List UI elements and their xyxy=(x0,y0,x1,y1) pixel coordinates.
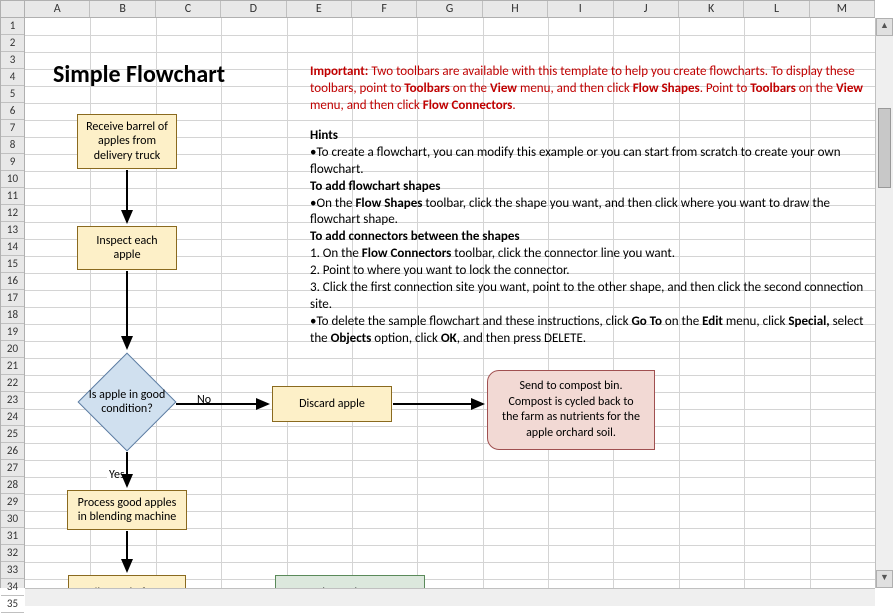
shape-filter-pulp[interactable]: Filter pulp from xyxy=(68,575,186,588)
worksheet-grid[interactable]: Simple Flowchart Important: Two toolbars… xyxy=(25,18,875,588)
row-header[interactable]: 7 xyxy=(1,120,24,137)
flowchart-title: Simple Flowchart xyxy=(53,60,225,89)
col-header[interactable]: H xyxy=(483,1,548,17)
vertical-scrollbar[interactable]: ▲ ▼ xyxy=(875,18,893,588)
row-header[interactable]: 32 xyxy=(1,545,24,562)
row-header[interactable]: 20 xyxy=(1,341,24,358)
row-header[interactable]: 33 xyxy=(1,562,24,579)
row-header[interactable]: 24 xyxy=(1,409,24,426)
scroll-down-arrow[interactable]: ▼ xyxy=(876,570,893,588)
scroll-thumb[interactable] xyxy=(878,108,891,188)
row-header[interactable]: 17 xyxy=(1,290,24,307)
row-header[interactable]: 35 xyxy=(1,596,24,613)
row-header[interactable]: 8 xyxy=(1,137,24,154)
row-header[interactable]: 27 xyxy=(1,460,24,477)
select-all-corner[interactable] xyxy=(0,0,25,18)
row-header[interactable]: 5 xyxy=(1,86,24,103)
col-header[interactable]: D xyxy=(221,1,286,17)
col-header[interactable]: E xyxy=(287,1,352,17)
column-headers: A B C D E F G H I J K L M xyxy=(25,0,875,18)
row-header[interactable]: 25 xyxy=(1,426,24,443)
col-header[interactable]: F xyxy=(352,1,417,17)
col-header[interactable]: C xyxy=(156,1,221,17)
row-header[interactable]: 21 xyxy=(1,358,24,375)
row-header[interactable]: 1 xyxy=(1,18,24,35)
shape-process-apples[interactable]: Process good apples in blending machine xyxy=(67,490,187,530)
label-no: No xyxy=(195,393,213,407)
shape-decision[interactable]: Is apple in good condition? xyxy=(78,353,176,451)
col-header[interactable]: L xyxy=(744,1,809,17)
col-header[interactable]: A xyxy=(25,1,90,17)
row-header[interactable]: 23 xyxy=(1,392,24,409)
row-header[interactable]: 22 xyxy=(1,375,24,392)
col-header[interactable]: G xyxy=(417,1,482,17)
instructions-hints: Hints •To create a flowchart, you can mo… xyxy=(310,128,865,348)
shape-make-sauce[interactable]: Make apple sauce xyxy=(275,575,425,588)
row-header[interactable]: 11 xyxy=(1,188,24,205)
row-header[interactable]: 12 xyxy=(1,205,24,222)
scroll-up-arrow[interactable]: ▲ xyxy=(876,18,893,36)
row-headers: 1234567891011121314151617181920212223242… xyxy=(0,18,25,588)
row-header[interactable]: 26 xyxy=(1,443,24,460)
shape-discard-apple[interactable]: Discard apple xyxy=(272,386,392,422)
row-header[interactable]: 2 xyxy=(1,35,24,52)
col-header[interactable]: M xyxy=(810,1,875,17)
row-header[interactable]: 10 xyxy=(1,171,24,188)
row-header[interactable]: 16 xyxy=(1,273,24,290)
horizontal-scrollbar[interactable] xyxy=(25,588,875,606)
row-header[interactable]: 18 xyxy=(1,307,24,324)
row-header[interactable]: 19 xyxy=(1,324,24,341)
row-header[interactable]: 28 xyxy=(1,477,24,494)
shape-receive-barrel[interactable]: Receive barrel of apples from delivery t… xyxy=(77,114,177,169)
row-header[interactable]: 30 xyxy=(1,511,24,528)
row-header[interactable]: 13 xyxy=(1,222,24,239)
col-header[interactable]: B xyxy=(90,1,155,17)
row-header[interactable]: 6 xyxy=(1,103,24,120)
shape-inspect-apple[interactable]: Inspect each apple xyxy=(77,226,177,270)
row-header[interactable]: 34 xyxy=(1,579,24,596)
row-header[interactable]: 29 xyxy=(1,494,24,511)
row-header[interactable]: 9 xyxy=(1,154,24,171)
col-header[interactable]: K xyxy=(679,1,744,17)
col-header[interactable]: J xyxy=(614,1,679,17)
instructions-important: Important: Two toolbars are available wi… xyxy=(310,64,865,115)
row-header[interactable]: 3 xyxy=(1,52,24,69)
col-header[interactable]: I xyxy=(548,1,613,17)
row-header[interactable]: 15 xyxy=(1,256,24,273)
row-header[interactable]: 14 xyxy=(1,239,24,256)
label-yes: Yes xyxy=(107,468,127,482)
row-header[interactable]: 4 xyxy=(1,69,24,86)
shape-compost-callout[interactable]: Send to compost bin. Compost is cycled b… xyxy=(487,370,655,450)
row-header[interactable]: 31 xyxy=(1,528,24,545)
